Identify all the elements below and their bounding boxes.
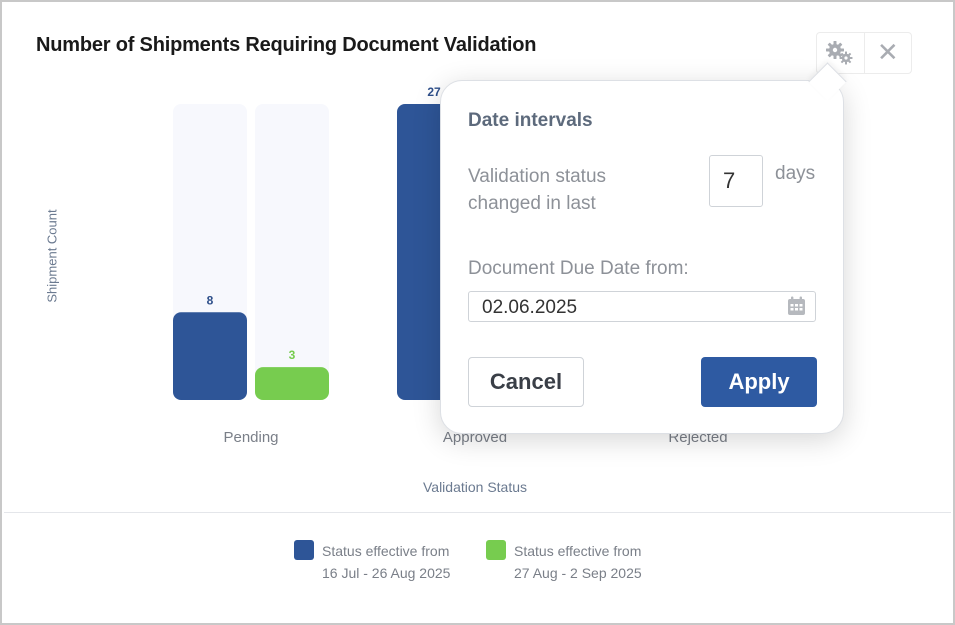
legend-line-2: 27 Aug - 2 Sep 2025 <box>514 565 642 581</box>
cancel-button[interactable]: Cancel <box>468 357 584 407</box>
bar-value-label: 8 <box>207 293 214 307</box>
bar[interactable] <box>255 367 329 400</box>
legend-divider <box>4 512 951 513</box>
legend-text: Status effective from 27 Aug - 2 Sep 202… <box>514 540 642 584</box>
x-axis-label: Validation Status <box>422 479 528 495</box>
category-label: Pending <box>223 429 278 446</box>
legend-line-1: Status effective from <box>322 543 450 559</box>
validation-status-label: Validation status changed in last <box>468 166 607 214</box>
due-date-input[interactable] <box>469 292 784 323</box>
legend-line-1: Status effective from <box>514 543 642 559</box>
days-unit-label: days <box>775 163 816 184</box>
due-date-label: Document Due Date from: <box>468 258 689 279</box>
apply-button[interactable]: Apply <box>701 357 817 407</box>
calendar-icon[interactable] <box>787 296 806 316</box>
legend-text: Status effective from 16 Jul - 26 Aug 20… <box>322 540 450 584</box>
days-input[interactable] <box>709 155 763 207</box>
bar[interactable] <box>173 312 247 400</box>
bar-value-label: 27 <box>427 85 441 99</box>
popup-heading: Date intervals <box>468 110 593 131</box>
legend-item[interactable]: Status effective from 27 Aug - 2 Sep 202… <box>486 540 642 584</box>
legend-line-2: 16 Jul - 26 Aug 2025 <box>322 565 451 581</box>
legend-item[interactable]: Status effective from 16 Jul - 26 Aug 20… <box>294 540 450 584</box>
due-date-field <box>468 291 816 323</box>
bar-value-label: 3 <box>289 348 296 362</box>
legend-swatch <box>486 540 506 560</box>
legend-swatch <box>294 540 314 560</box>
date-intervals-popup: Date intervals Validation status changed… <box>440 80 844 434</box>
